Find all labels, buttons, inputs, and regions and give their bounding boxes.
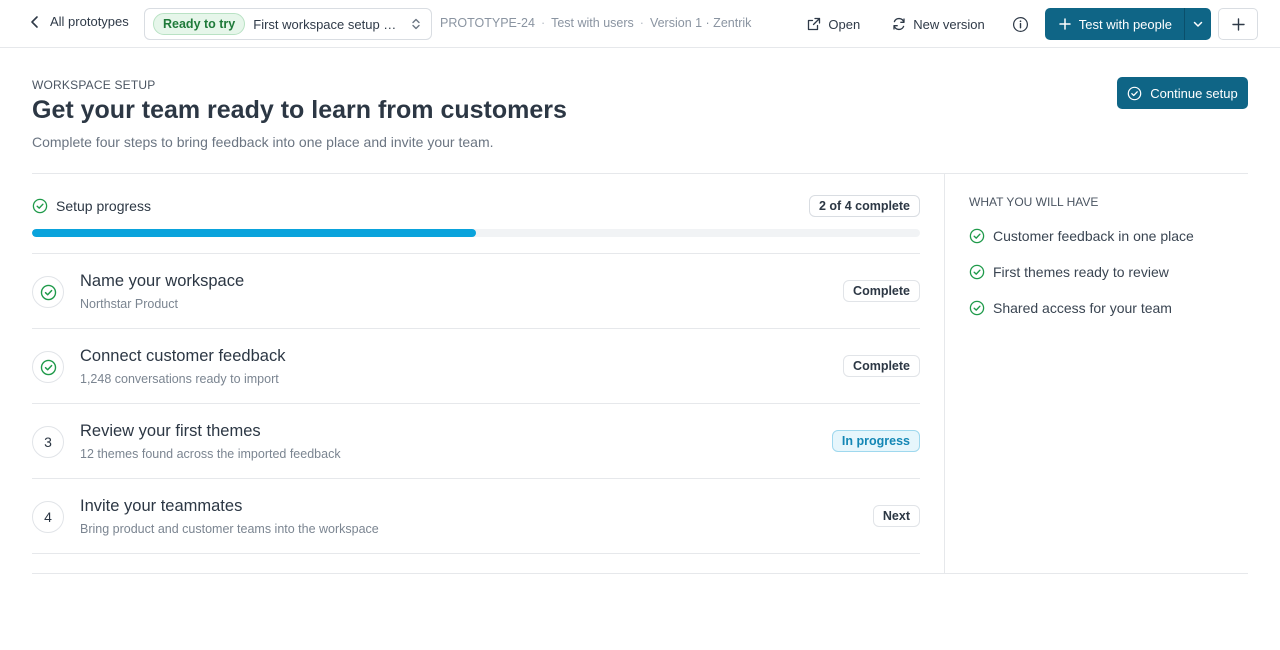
test-with-people-label: Test with people — [1078, 16, 1172, 32]
chevron-down-icon — [1193, 21, 1203, 27]
test-with-people-button[interactable]: Test with people — [1045, 8, 1184, 40]
benefits-heading: WHAT YOU WILL HAVE — [969, 195, 1099, 209]
step-status-badge: In progress — [831, 430, 920, 452]
open-button[interactable]: Open — [801, 17, 866, 32]
setup-panel: Setup progress 2 of 4 complete Name your… — [32, 173, 1248, 574]
setup-steps-column: Setup progress 2 of 4 complete Name your… — [32, 174, 920, 573]
check-circle-icon — [969, 300, 985, 316]
meta-separator: · — [540, 16, 546, 30]
new-version-label: New version — [913, 16, 985, 32]
prototype-version: Version 1 · Zentrik — [649, 16, 752, 30]
step-name-workspace[interactable]: Name your workspace Northstar Product Co… — [32, 254, 920, 329]
benefit-item: Shared access for your team — [969, 300, 1172, 316]
prototype-selector[interactable]: Ready to try First workspace setup ch... — [144, 8, 432, 40]
check-circle-icon — [969, 264, 985, 280]
prototype-meta: PROTOTYPE-24 · Test with users · Version… — [440, 16, 751, 30]
progress-count-badge: 2 of 4 complete — [809, 195, 920, 217]
benefit-label: Shared access for your team — [993, 300, 1172, 316]
back-to-prototypes-link[interactable]: All prototypes — [28, 14, 129, 29]
continue-setup-label: Continue setup — [1150, 85, 1238, 101]
step-marker — [32, 276, 64, 308]
step-description: 1,248 conversations ready to import — [80, 372, 279, 386]
page-title: Get your team ready to learn from custom… — [32, 96, 567, 124]
check-circle-icon — [969, 228, 985, 244]
chevron-up-down-icon — [412, 18, 420, 30]
add-button[interactable] — [1218, 8, 1258, 40]
step-title: Invite your teammates — [80, 497, 243, 515]
test-options-dropdown[interactable] — [1184, 8, 1211, 40]
steps-list: Name your workspace Northstar Product Co… — [32, 253, 920, 554]
check-circle-icon — [32, 198, 48, 214]
step-description: Bring product and customer teams into th… — [80, 522, 379, 536]
meta-separator: · — [639, 16, 644, 30]
page-subtitle: Complete four steps to bring feedback in… — [32, 134, 494, 150]
step-description: 12 themes found across the imported feed… — [80, 447, 341, 461]
step-invite-teammates[interactable]: 4 Invite your teammates Bring product an… — [32, 479, 920, 554]
check-circle-icon — [40, 359, 56, 375]
step-title: Name your workspace — [80, 272, 245, 290]
new-version-button[interactable]: New version — [886, 17, 991, 32]
progress-title: Setup progress — [56, 198, 151, 214]
step-number: 3 — [32, 426, 64, 458]
test-with-people-split-button: Test with people — [1044, 8, 1211, 40]
step-number: 4 — [32, 501, 64, 533]
progress-bar — [32, 229, 920, 237]
step-marker — [32, 351, 64, 383]
plus-icon — [1059, 18, 1071, 30]
step-description: Northstar Product — [80, 297, 178, 311]
benefit-label: First themes ready to review — [993, 264, 1169, 280]
info-button[interactable] — [1005, 8, 1037, 40]
back-link-label: All prototypes — [50, 14, 129, 29]
prototype-id: PROTOTYPE-24 — [440, 16, 535, 30]
open-button-label: Open — [828, 16, 861, 32]
plus-icon — [1231, 17, 1245, 31]
benefit-item: First themes ready to review — [969, 264, 1169, 280]
status-badge: Ready to try — [153, 13, 246, 35]
chevron-left-icon — [31, 15, 38, 28]
step-status-badge: Complete — [843, 280, 920, 302]
benefit-label: Customer feedback in one place — [993, 228, 1194, 244]
benefit-item: Customer feedback in one place — [969, 228, 1194, 244]
top-actions: Open New version Test with people — [801, 8, 1258, 40]
step-status-badge: Complete — [843, 355, 920, 377]
progress-bar-fill — [32, 229, 476, 237]
progress-header: Setup progress 2 of 4 complete — [32, 195, 920, 217]
prototype-stage: Test with users — [551, 16, 634, 30]
prototype-name: First workspace setup ch... — [253, 16, 401, 32]
page-eyebrow: WORKSPACE SETUP — [32, 78, 156, 92]
step-status-badge: Next — [872, 505, 920, 527]
step-title: Connect customer feedback — [80, 347, 286, 365]
top-bar: All prototypes Ready to try First worksp… — [0, 0, 1280, 48]
column-divider — [944, 174, 945, 573]
step-connect-feedback[interactable]: Connect customer feedback 1,248 conversa… — [32, 329, 920, 404]
continue-setup-button[interactable]: Continue setup — [1117, 77, 1248, 109]
check-circle-icon — [1127, 86, 1142, 100]
check-circle-icon — [40, 284, 56, 300]
step-title: Review your first themes — [80, 422, 261, 440]
info-icon — [1013, 16, 1029, 32]
refresh-icon — [893, 17, 905, 31]
step-review-themes[interactable]: 3 Review your first themes 12 themes fou… — [32, 404, 920, 479]
external-link-icon — [808, 17, 821, 31]
